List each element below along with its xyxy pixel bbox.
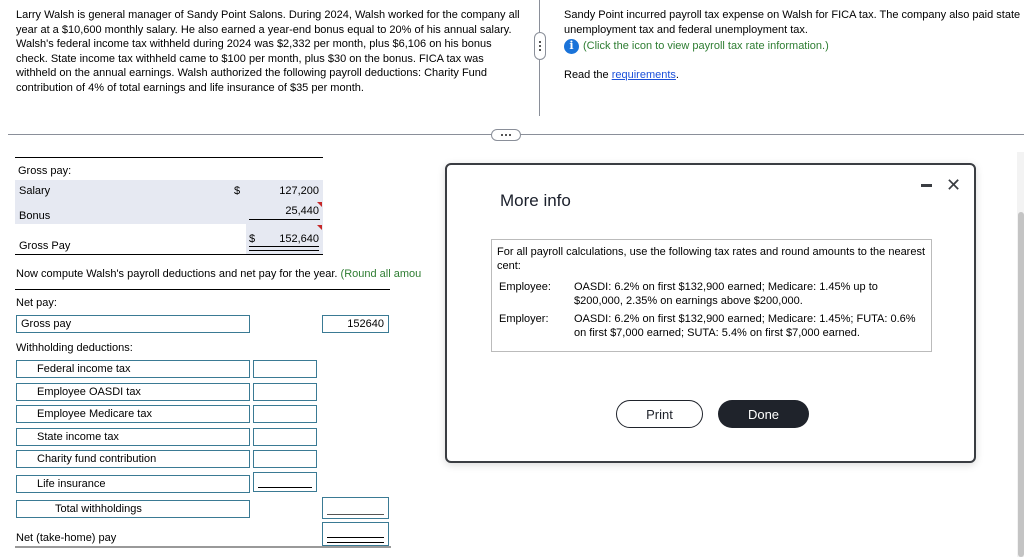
scrollbar-thumb[interactable] — [1018, 212, 1024, 557]
gross-pay-label-field[interactable]: Gross pay — [16, 315, 250, 333]
net-pay-label: Net (take-home) pay — [16, 532, 117, 544]
salary-value: 127,200 — [279, 185, 319, 197]
gross-total-label: Gross Pay — [19, 240, 71, 252]
state-income-tax-label[interactable]: State income tax — [16, 428, 250, 446]
table-top-rule — [15, 157, 323, 158]
info-icon[interactable]: i — [564, 39, 579, 55]
net-pay-heading: Net pay: — [16, 297, 57, 309]
gross-total-double-underline — [249, 246, 319, 251]
federal-income-tax-input[interactable] — [253, 360, 317, 378]
gross-total-row: Gross Pay $ 152,640 — [15, 224, 323, 254]
problem-statement: Larry Walsh is general manager of Sandy … — [16, 9, 520, 94]
minimize-icon[interactable] — [921, 184, 932, 187]
tax-rate-info-box: For all payroll calculations, use the fo… — [491, 239, 932, 352]
instruction-text: Now compute Walsh's payroll deductions a… — [16, 268, 341, 280]
rate-value: OASDI: 6.2% on first $132,900 earned; Me… — [574, 280, 878, 307]
company-tax-text: Sandy Point incurred payroll tax expense… — [564, 9, 1021, 36]
federal-income-tax-label[interactable]: Federal income tax — [16, 360, 250, 378]
more-info-dialog: More info ✕ For all payroll calculations… — [445, 163, 976, 463]
read-requirements-line: Read the requirements. — [564, 68, 1024, 83]
withholding-heading: Withholding deductions: — [16, 342, 133, 354]
employee-medicare-tax-label[interactable]: Employee Medicare tax — [16, 405, 250, 423]
bonus-label: Bonus — [19, 210, 51, 222]
gross-total-currency: $ — [249, 233, 256, 245]
total-withholdings-underline — [327, 514, 384, 515]
life-insurance-input[interactable] — [253, 472, 317, 492]
vertical-splitter-handle[interactable] — [534, 32, 546, 60]
form-bottom-rule — [15, 546, 391, 548]
employee-oasdi-tax-label[interactable]: Employee OASDI tax — [16, 383, 250, 401]
instruction-hint: (Round all amou — [340, 268, 422, 280]
gross-pay-amount-input[interactable]: 152640 — [322, 315, 389, 333]
rate-row-employee: Employee: OASDI: 6.2% on first $132,900 … — [497, 280, 926, 309]
instruction: Now compute Walsh's payroll deductions a… — [16, 268, 444, 280]
bonus-row: Bonus 25,440 — [15, 202, 323, 224]
right-panel: Sandy Point incurred payroll tax expense… — [564, 8, 1024, 83]
state-income-tax-input[interactable] — [253, 428, 317, 446]
life-insurance-label[interactable]: Life insurance — [16, 475, 250, 493]
employee-medicare-tax-input[interactable] — [253, 405, 317, 423]
total-withholdings-label[interactable]: Total withholdings — [16, 500, 250, 518]
tax-rate-intro: For all payroll calculations, use the fo… — [497, 246, 926, 273]
gross-pay-heading: Gross pay: — [18, 165, 72, 177]
rate-row-employer: Employer: OASDI: 6.2% on first $132,900 … — [497, 312, 926, 341]
rate-key: Employer: — [499, 313, 549, 326]
life-insurance-underline — [258, 487, 312, 488]
info-hint-row: i (Click the icon to view payroll tax ra… — [564, 39, 1024, 55]
close-icon[interactable]: ✕ — [946, 175, 961, 195]
salary-row: Salary $ 127,200 — [15, 180, 323, 202]
salary-label: Salary — [19, 185, 51, 197]
employee-oasdi-tax-input[interactable] — [253, 383, 317, 401]
requirements-link[interactable]: requirements — [612, 69, 676, 81]
read-suffix: . — [675, 69, 679, 82]
bonus-underline — [249, 219, 320, 220]
gross-total-cell: $ 152,640 — [246, 224, 323, 254]
total-marker-icon — [317, 225, 322, 230]
horizontal-splitter-handle[interactable] — [491, 129, 521, 141]
charity-fund-input[interactable] — [253, 450, 317, 468]
print-button[interactable]: Print — [616, 400, 703, 428]
read-prefix: Read the — [564, 69, 612, 82]
info-hint-text: (Click the icon to view payroll tax rate… — [583, 40, 829, 53]
net-pay-input[interactable] — [322, 522, 389, 546]
rate-value: OASDI: 6.2% on first $132,900 earned; Me… — [574, 313, 916, 340]
done-button[interactable]: Done — [718, 400, 809, 428]
rate-key: Employee: — [499, 280, 551, 293]
bonus-marker-icon — [317, 202, 322, 207]
table-bottom-rule — [15, 254, 323, 255]
salary-currency: $ — [234, 185, 241, 197]
charity-fund-label[interactable]: Charity fund contribution — [16, 450, 250, 468]
total-withholdings-input[interactable] — [322, 497, 389, 519]
dialog-title: More info — [500, 191, 571, 210]
instruction-rule — [15, 289, 390, 290]
net-pay-double-underline — [327, 537, 384, 543]
gross-total-value: 152,640 — [279, 233, 319, 245]
bonus-value: 25,440 — [285, 205, 319, 217]
